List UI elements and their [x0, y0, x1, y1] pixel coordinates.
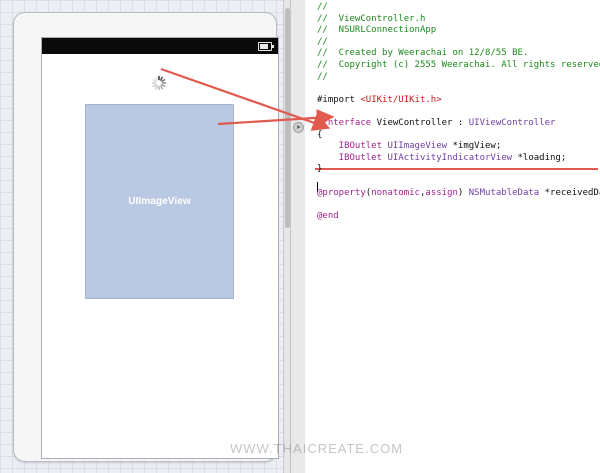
code-line[interactable]: IBOutlet UIActivityIndicatorView *loadin…	[317, 152, 567, 165]
code-token: // NSURLConnectionApp	[317, 25, 437, 36]
code-line[interactable]: //	[317, 72, 328, 84]
code-token: @property	[317, 187, 366, 198]
code-token: IBOutlet	[317, 152, 383, 163]
code-line[interactable]: {	[317, 130, 322, 142]
status-bar	[42, 38, 278, 54]
code-line[interactable]: //	[317, 37, 328, 49]
code-line[interactable]: IBOutlet UIImageView *imgView;	[317, 141, 502, 153]
code-token: NSMutableData	[468, 187, 540, 198]
code-token: #import	[317, 94, 361, 105]
divider-grip-icon[interactable]	[293, 122, 304, 133]
code-line[interactable]: #import <UIKit/UIKit.h>	[317, 95, 442, 107]
code-token: // ViewController.h	[317, 13, 426, 24]
code-line[interactable]: // ViewController.h	[317, 14, 425, 26]
split-divider[interactable]	[290, 0, 306, 473]
code-line[interactable]: // Created by Weerachai on 12/8/55 BE.	[317, 48, 528, 60]
code-token: IBOutlet	[317, 141, 383, 152]
code-token: {	[317, 129, 323, 140]
code-token: *imgView;	[447, 141, 502, 152]
code-token: *loading;	[512, 152, 567, 163]
view-controller-screen[interactable]: UIImageView	[41, 37, 279, 459]
image-view[interactable]: UIImageView	[85, 104, 234, 299]
code-token: @end	[317, 210, 339, 221]
code-token: // Created by Weerachai on 12/8/55 BE.	[317, 48, 529, 59]
code-line[interactable]: }	[317, 164, 322, 176]
code-token: }	[317, 164, 323, 175]
property-underline	[315, 168, 598, 170]
code-token: nonatomic	[371, 187, 420, 198]
interface-builder-canvas: UIImageView	[0, 0, 283, 473]
code-token: //	[317, 71, 328, 82]
code-token: assign	[425, 187, 458, 198]
code-line[interactable]: @end	[317, 211, 339, 223]
code-token: ViewController :	[371, 118, 469, 128]
code-line[interactable]: // Copyright (c) 2555 Weerachai. All rig…	[317, 60, 600, 72]
code-token: UIImageView	[387, 141, 448, 152]
code-line[interactable]: @interface ViewController : UIViewContro…	[317, 118, 555, 130]
code-token: UIActivityIndicatorView	[387, 152, 513, 163]
watermark: WWW.THAICREATE.COM	[230, 441, 404, 456]
code-token: *receivedData;	[544, 187, 600, 198]
code-token: // Copyright (c) 2555 Weerachai. All rig…	[317, 60, 600, 70]
code-token: //	[317, 36, 328, 47]
code-line[interactable]: //	[317, 2, 328, 14]
iphone-device-frame: UIImageView	[13, 12, 279, 462]
code-token: //	[317, 2, 328, 12]
code-token: <UIKit/UIKit.h>	[360, 94, 442, 105]
code-token: )	[457, 187, 469, 198]
code-token: UIViewController	[468, 118, 556, 128]
code-line[interactable]: // NSURLConnectionApp	[317, 25, 436, 37]
code-token: @interface	[317, 118, 372, 128]
code-line[interactable]: @property(nonatomic,assign) NSMutableDat…	[317, 188, 600, 200]
image-view-label: UIImageView	[128, 196, 191, 207]
activity-indicator-icon[interactable]	[151, 75, 167, 91]
battery-icon	[258, 42, 274, 51]
code-editor[interactable]: //// ViewController.h// NSURLConnectionA…	[305, 0, 600, 473]
